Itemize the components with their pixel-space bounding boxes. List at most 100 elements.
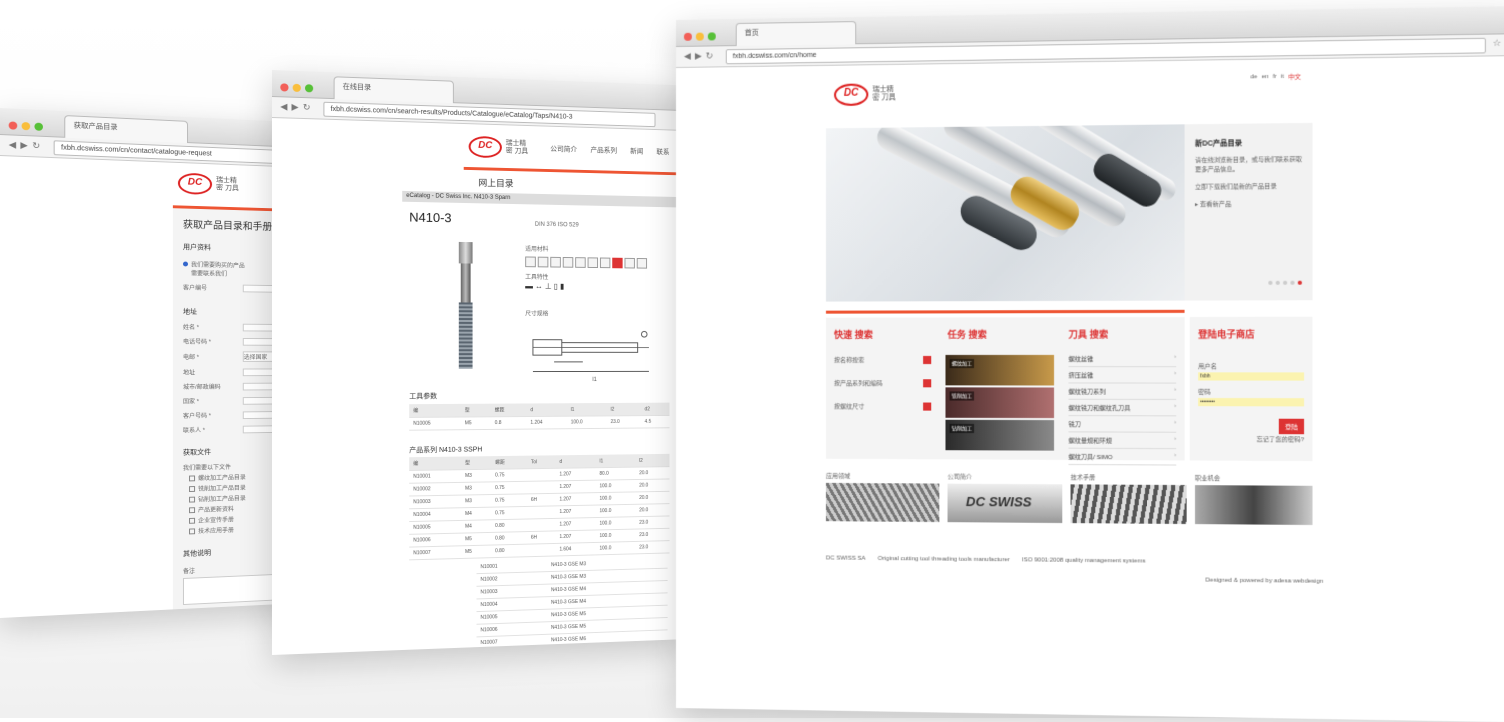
feature-tile-label: 应用领域: [826, 471, 939, 481]
logo[interactable]: DC 瑞士精密 刀具: [834, 83, 899, 106]
login-panel: 登陆电子商店 用户名 fxbh 密码 •••••••• 登陆 忘记了您的密码?: [1190, 317, 1313, 461]
carousel-dot[interactable]: [1276, 281, 1280, 285]
language-link[interactable]: it: [1281, 73, 1284, 79]
nav-item[interactable]: 联系: [656, 147, 669, 157]
tool-search-label: 螺纹刀具/ SIMO: [1068, 452, 1112, 461]
minimize-dot[interactable]: [22, 122, 31, 130]
nav-arrows-icon[interactable]: ◀▶↻: [280, 101, 314, 113]
tool-feature-icons: ▬ ↔ ⊥ ▯ ▮: [525, 282, 564, 291]
quick-search-item[interactable]: 按螺纹尺寸: [834, 401, 931, 410]
arrow-button-icon[interactable]: [923, 355, 931, 363]
checkbox-icon[interactable]: [189, 486, 195, 492]
task-search-tile[interactable]: 铣削加工: [945, 387, 1054, 418]
username-input[interactable]: fxbh: [1198, 372, 1304, 380]
footer-item[interactable]: ISO 9001:2008 quality management systems: [1022, 557, 1146, 564]
material-icon[interactable]: [550, 257, 561, 268]
checkbox-icon[interactable]: [189, 475, 195, 481]
tool-search-item[interactable]: 螺纹铣刀和螺纹孔刀具›: [1068, 400, 1176, 417]
quick-search-item[interactable]: 按名称搜索: [834, 355, 931, 364]
forgot-password-link[interactable]: 忘记了您的密码?: [1190, 434, 1304, 444]
table-row[interactable]: N10005M50.81.204100.023.04.5: [409, 415, 669, 430]
language-link[interactable]: en: [1262, 73, 1269, 79]
feature-tile[interactable]: 应用领域: [826, 471, 939, 522]
menu-icon[interactable]: ☆ ≡: [1493, 37, 1504, 49]
maximize-dot[interactable]: [34, 123, 43, 131]
tool-search-label: 螺纹铣刀和螺纹孔刀具: [1068, 403, 1130, 412]
feature-tile[interactable]: 技术手册: [1071, 472, 1187, 524]
checkbox-icon[interactable]: [189, 528, 195, 534]
nav-item[interactable]: 产品系列: [590, 145, 617, 155]
feature-tile-image[interactable]: [1195, 485, 1313, 525]
table-cell: M3: [461, 495, 491, 508]
material-icon[interactable]: [637, 258, 647, 269]
tool-search-item[interactable]: 螺纹刀具/ SIMO›: [1068, 449, 1176, 466]
column-header: 螺距: [491, 403, 527, 416]
feature-tile-image[interactable]: [826, 483, 939, 522]
checkbox-label: 钻削加工产品目录: [198, 493, 246, 503]
nav-arrows-icon[interactable]: ◀▶↻: [9, 139, 45, 151]
task-search-tile[interactable]: 螺纹加工: [945, 355, 1054, 386]
carousel-dot[interactable]: [1290, 281, 1294, 285]
feature-tile-image[interactable]: DC SWISS: [948, 484, 1063, 523]
tool-search-item[interactable]: 挤压丝锥›: [1068, 367, 1176, 383]
feature-tile-label: 职业机会: [1195, 473, 1313, 483]
task-search-tile[interactable]: 钻削加工: [945, 420, 1054, 451]
close-dot[interactable]: [684, 33, 692, 41]
tool-search-item[interactable]: 螺纹铣刀系列›: [1068, 383, 1176, 400]
feature-tile[interactable]: 职业机会: [1195, 473, 1313, 525]
close-dot[interactable]: [9, 121, 18, 129]
arrow-button-icon[interactable]: [923, 379, 931, 387]
language-link[interactable]: fr: [1273, 73, 1277, 79]
nav-arrows-icon[interactable]: ◀▶↻: [684, 50, 717, 62]
material-icon[interactable]: [538, 257, 549, 268]
table-cell: [527, 518, 555, 531]
maximize-dot[interactable]: [708, 32, 716, 40]
feature-tile-image[interactable]: [1071, 484, 1187, 524]
password-input[interactable]: ••••••••: [1198, 398, 1304, 406]
tool-search-item[interactable]: 铣刀›: [1068, 416, 1176, 433]
tool-section-title: 工具参数: [409, 391, 437, 401]
tool-search-item[interactable]: 螺纹丝锥›: [1068, 351, 1176, 367]
material-icon[interactable]: [563, 257, 574, 268]
browser-tab[interactable]: 首页: [736, 21, 856, 46]
language-link[interactable]: de: [1250, 74, 1257, 80]
checkbox-icon[interactable]: [189, 517, 195, 523]
material-icon[interactable]: [600, 258, 610, 269]
hero-side-text2: 立即下载我们最新的产品目录: [1195, 181, 1302, 191]
tool-search-item[interactable]: 螺纹量规和环规›: [1068, 432, 1176, 449]
checkbox-icon[interactable]: [189, 496, 195, 502]
carousel-dot[interactable]: [1283, 281, 1287, 285]
material-icon[interactable]: [525, 256, 536, 267]
login-button[interactable]: 登陆: [1279, 419, 1304, 435]
table-cell: 1.207: [556, 505, 596, 518]
footer-item[interactable]: Original cutting tool threading tools ma…: [878, 556, 1010, 563]
material-icon[interactable]: [588, 257, 598, 268]
hero-image[interactable]: [826, 124, 1185, 301]
field-label: 地址: [183, 368, 243, 377]
arrow-button-icon[interactable]: [923, 402, 931, 410]
material-icon-active[interactable]: [612, 258, 622, 269]
nav-item[interactable]: 公司简介: [550, 144, 577, 154]
minimize-dot[interactable]: [293, 84, 301, 92]
quick-search-item[interactable]: 按产品系列和编码: [834, 378, 931, 387]
feature-tile[interactable]: 公司简介DC SWISS: [948, 471, 1063, 523]
logo[interactable]: DC 瑞士精密 刀具: [469, 136, 531, 159]
material-icon[interactable]: [575, 257, 585, 268]
footer-credit[interactable]: Designed & powered by adesa webdesign: [1205, 578, 1323, 585]
language-link[interactable]: 中文: [1288, 71, 1301, 80]
radio-icon[interactable]: [183, 262, 188, 267]
footer-item[interactable]: DC SWISS SA: [826, 555, 866, 561]
checkbox-icon[interactable]: [189, 507, 195, 513]
close-dot[interactable]: [280, 83, 288, 91]
carousel-dot-active[interactable]: [1298, 281, 1302, 285]
carousel-dot[interactable]: [1268, 281, 1272, 285]
nav-item[interactable]: 新闻: [630, 146, 643, 156]
section-title: 网上目录: [478, 176, 683, 193]
table-cell: 20.0: [635, 491, 669, 504]
hero-side-link[interactable]: ▸ 查看新产品: [1195, 198, 1302, 208]
material-icon[interactable]: [625, 258, 635, 269]
field-label: 国家 *: [183, 396, 243, 405]
banner-text: DC SWISS: [966, 494, 1032, 510]
maximize-dot[interactable]: [305, 84, 313, 92]
minimize-dot[interactable]: [696, 33, 704, 41]
